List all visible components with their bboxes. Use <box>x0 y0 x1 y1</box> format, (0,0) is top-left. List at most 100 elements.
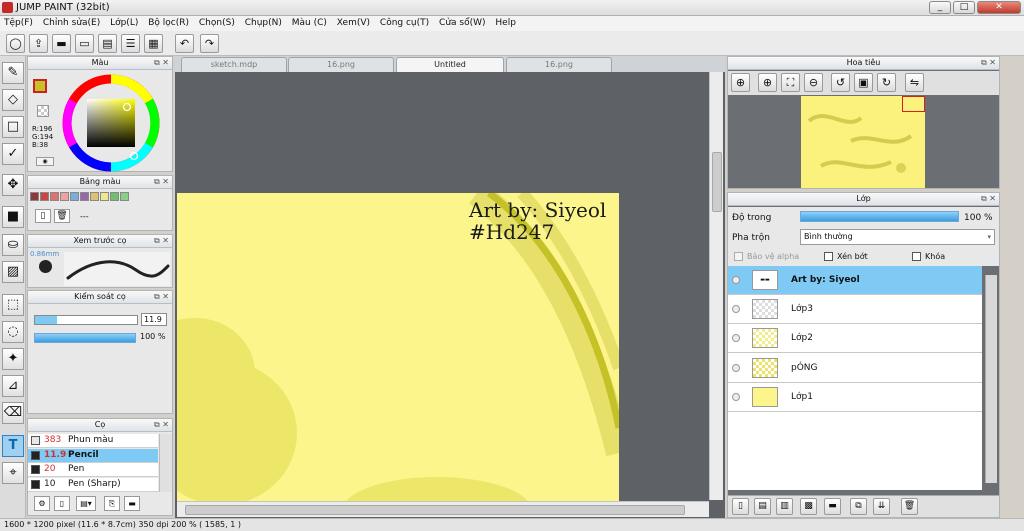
brush-item[interactable]: 20 Pen <box>28 463 158 477</box>
lasso-tool-icon[interactable]: ◌ <box>2 321 24 343</box>
comment-icon[interactable]: ▬ <box>52 34 71 53</box>
navigator-thumbnail[interactable] <box>801 96 925 188</box>
new-brush-icon[interactable]: ▯ <box>54 496 70 511</box>
copy-brush-icon[interactable]: ⎘ <box>104 496 120 511</box>
rotate-left-icon[interactable]: ↺ <box>831 73 850 92</box>
brush-item[interactable]: 383 Phun màu <box>28 434 158 448</box>
color-swatch[interactable] <box>60 192 69 201</box>
merge-layer-icon[interactable]: ⇊ <box>873 498 890 515</box>
tab-sketch[interactable]: sketch.mdp <box>181 57 287 72</box>
duplicate-layer-icon[interactable]: ⧉ <box>850 498 867 515</box>
new-raster-icon[interactable]: ▤ <box>754 498 771 515</box>
menu-select[interactable]: Chọn(S) <box>195 16 238 28</box>
text-tool-icon[interactable]: T <box>2 435 24 457</box>
tab-16-png[interactable]: 16.png <box>288 57 394 72</box>
visibility-icon[interactable] <box>732 364 740 372</box>
menu-edit[interactable]: Chỉnh sửa(E) <box>39 16 103 28</box>
menu-window[interactable]: Cửa sổ(W) <box>435 16 488 28</box>
color-swatch[interactable] <box>120 192 129 201</box>
brush-size-slider[interactable] <box>34 315 138 325</box>
drawing-canvas[interactable]: Art by: Siyeol #Hd247 <box>177 193 619 503</box>
minimize-button[interactable]: _ <box>929 1 951 14</box>
vertical-scroll-thumb[interactable] <box>712 152 722 212</box>
shape-icon[interactable]: ◯ <box>6 34 25 53</box>
panel-close-icon[interactable]: ⧉ ✕ <box>154 419 169 431</box>
menu-help[interactable]: Help <box>491 16 519 28</box>
tab-untitled[interactable]: Untitled <box>396 57 504 72</box>
visibility-icon[interactable] <box>732 334 740 342</box>
foreground-color-swatch[interactable] <box>33 79 47 93</box>
vertical-scrollbar[interactable] <box>709 72 723 500</box>
color-wheel[interactable] <box>62 74 160 172</box>
color-swatch[interactable] <box>110 192 119 201</box>
fit-screen-icon[interactable]: ⛶ <box>781 73 800 92</box>
folder-icon[interactable]: ▬ <box>824 498 841 515</box>
clip-checkbox[interactable] <box>824 252 833 261</box>
select-eraser-icon[interactable]: ⌫ <box>2 402 24 424</box>
layer-row[interactable]: Lớp1 <box>728 383 982 412</box>
screentone-icon[interactable]: ▩ <box>800 498 817 515</box>
page-icon[interactable]: ▤ <box>98 34 117 53</box>
layer-list-scrollbar[interactable] <box>985 275 997 483</box>
gradient-tool-icon[interactable]: ▨ <box>2 261 24 283</box>
menu-capture[interactable]: Chụp(N) <box>241 16 285 28</box>
opacity-slider[interactable] <box>34 333 136 343</box>
menu-color[interactable]: Màu (C) <box>288 16 330 28</box>
new-page-icon[interactable]: ▯ <box>35 209 51 223</box>
panel-close-icon[interactable]: ⧉ ✕ <box>154 291 169 303</box>
visibility-icon[interactable] <box>732 393 740 401</box>
grid-icon[interactable]: ▦ <box>144 34 163 53</box>
reset-view-icon[interactable]: ▣ <box>854 73 873 92</box>
maximize-button[interactable]: □ <box>953 1 975 14</box>
color-swatch[interactable] <box>100 192 109 201</box>
magic-wand-icon[interactable]: ✦ <box>2 348 24 370</box>
eraser-tool-icon[interactable]: ◇ <box>2 89 24 111</box>
chat-icon[interactable]: ▭ <box>75 34 94 53</box>
visibility-icon[interactable] <box>732 305 740 313</box>
brush-tool-icon[interactable]: ✎ <box>2 62 24 84</box>
menu-layer[interactable]: Lớp(L) <box>106 16 141 28</box>
menu-filter[interactable]: Bộ lọc(R) <box>144 16 192 28</box>
transparent-color-swatch[interactable] <box>37 105 49 117</box>
panel-close-icon[interactable]: ⧉ ✕ <box>154 176 169 188</box>
color-swatch[interactable] <box>90 192 99 201</box>
marquee-tool-icon[interactable]: ⬚ <box>2 294 24 316</box>
redo-icon[interactable]: ↷ <box>200 34 219 53</box>
visibility-icon[interactable] <box>732 276 740 284</box>
close-button[interactable]: ✕ <box>977 1 1021 14</box>
brush-menu-icon[interactable]: ▤▾ <box>76 496 96 511</box>
rotate-right-icon[interactable]: ↻ <box>877 73 896 92</box>
panel-close-icon[interactable]: ⧉ ✕ <box>154 235 169 247</box>
undo-icon[interactable]: ↶ <box>175 34 194 53</box>
brush-item[interactable]: 11.9 Pencil <box>28 448 158 463</box>
color-swatch[interactable] <box>80 192 89 201</box>
fill-rect-tool-icon[interactable]: ■ <box>2 206 24 228</box>
select-pen-icon[interactable]: ⊿ <box>2 375 24 397</box>
brush-size-field[interactable]: 11.9 <box>141 313 167 326</box>
layer-row[interactable]: pÓNG <box>728 354 982 383</box>
new-layer-icon[interactable]: ▯ <box>732 498 749 515</box>
menu-tools[interactable]: Công cụ(T) <box>376 16 432 28</box>
zoom-plus-icon[interactable]: ⊕ <box>758 73 777 92</box>
color-swatch[interactable] <box>50 192 59 201</box>
layer-opacity-slider[interactable] <box>800 211 959 222</box>
new-text-layer-icon[interactable]: ▥ <box>776 498 793 515</box>
delete-layer-icon[interactable]: 🗑 <box>901 498 918 515</box>
layer-row[interactable]: ▬▬ Art by: Siyeol <box>728 266 982 295</box>
color-swatch[interactable] <box>40 192 49 201</box>
check-tool-icon[interactable]: ✓ <box>2 143 24 165</box>
layer-row[interactable]: Lớp2 <box>728 324 982 353</box>
eyedropper-icon[interactable]: ◉ <box>36 157 54 166</box>
view-rectangle[interactable] <box>902 96 925 112</box>
color-swatch[interactable] <box>70 192 79 201</box>
flip-icon[interactable]: ⇋ <box>905 73 924 92</box>
zoom-out-icon[interactable]: ⊖ <box>804 73 823 92</box>
move-tool-icon[interactable]: ✥ <box>2 174 24 196</box>
zoom-in-icon[interactable]: ⊕ <box>731 73 750 92</box>
operation-tool-icon[interactable]: ⌖ <box>2 462 24 484</box>
menu-view[interactable]: Xem(V) <box>333 16 373 28</box>
horizontal-scrollbar[interactable] <box>177 501 709 517</box>
protect-alpha-checkbox[interactable] <box>734 252 743 261</box>
brush-settings-icon[interactable]: ⚙ <box>34 496 50 511</box>
layer-row[interactable]: Lớp3 <box>728 295 982 324</box>
